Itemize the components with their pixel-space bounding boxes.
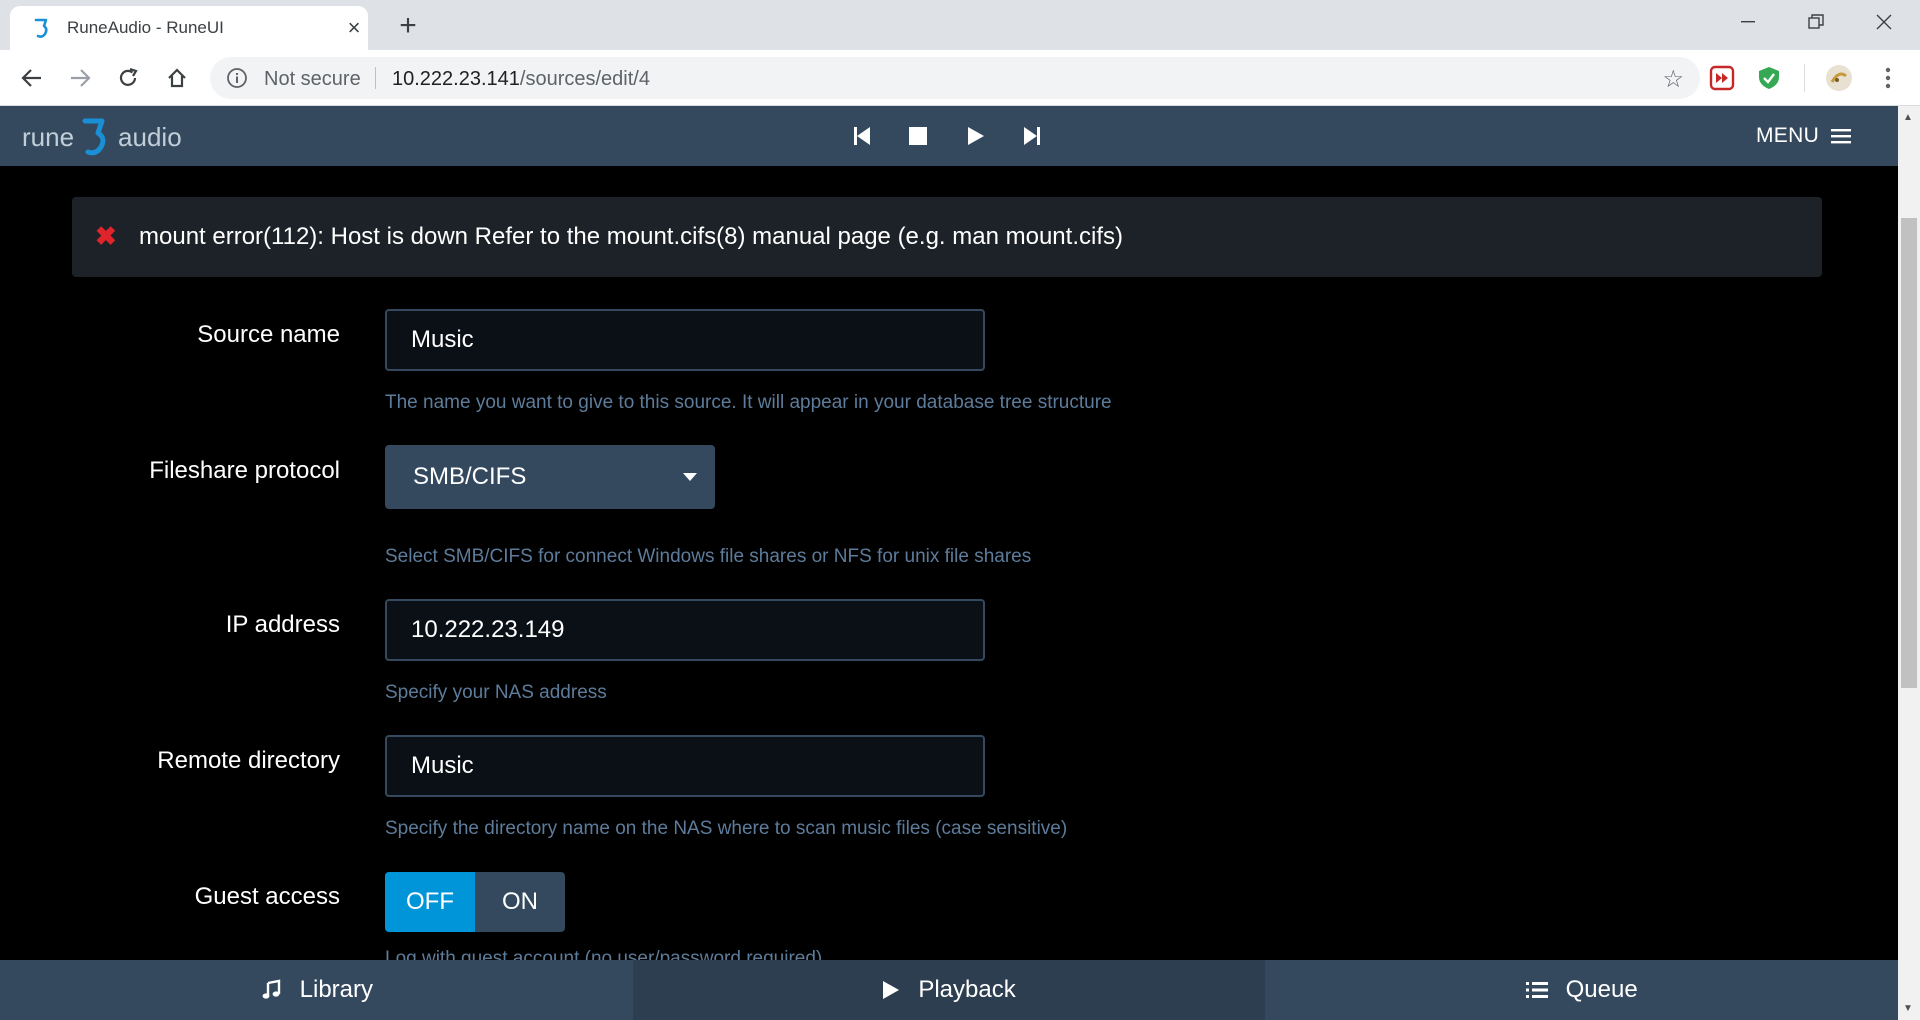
security-status[interactable]: Not secure xyxy=(264,68,361,91)
scrollbar-thumb[interactable] xyxy=(1901,218,1917,688)
remote-directory-input[interactable] xyxy=(385,735,985,797)
address-bar[interactable]: Not secure 10.222.23.141/sources/edit/4 … xyxy=(210,57,1700,99)
library-tab[interactable]: Library xyxy=(0,960,633,1020)
browser-menu-icon[interactable] xyxy=(1874,64,1902,92)
remote-directory-label: Remote directory xyxy=(157,747,340,774)
stop-icon[interactable] xyxy=(902,120,934,152)
guest-off-button[interactable]: OFF xyxy=(385,872,475,932)
guest-on-button[interactable]: ON xyxy=(475,872,565,932)
queue-tab[interactable]: Queue xyxy=(1265,960,1899,1020)
home-icon[interactable] xyxy=(161,62,193,94)
scroll-up-arrow-icon[interactable]: ▲ xyxy=(1903,112,1913,123)
close-window-icon[interactable] xyxy=(1856,0,1912,44)
source-name-label: Source name xyxy=(197,321,340,348)
logo-text-right: audio xyxy=(118,121,182,152)
caret-down-icon xyxy=(683,473,697,481)
playback-tab[interactable]: Playback xyxy=(632,960,1266,1020)
info-icon[interactable] xyxy=(226,67,248,89)
guest-access-toggle[interactable]: OFF ON xyxy=(385,872,565,932)
list-icon xyxy=(1525,982,1548,998)
app-header: rune audio MENU xyxy=(0,106,1898,166)
ip-address-label: IP address xyxy=(225,611,340,638)
url-path: /sources/edit/4 xyxy=(519,68,650,90)
forward-arrow-icon[interactable] xyxy=(64,62,96,94)
profile-avatar[interactable] xyxy=(1825,64,1853,92)
error-alert: ✖ mount error(112): Host is down Refer t… xyxy=(72,197,1822,277)
fileshare-protocol-select[interactable]: SMB/CIFS xyxy=(385,445,715,509)
runeaudio-favicon-icon xyxy=(34,18,48,38)
fileshare-protocol-value: SMB/CIFS xyxy=(413,463,527,490)
scroll-down-arrow-icon[interactable]: ▼ xyxy=(1903,1003,1913,1014)
url-text[interactable]: 10.222.23.141/sources/edit/4 xyxy=(392,68,650,91)
library-label: Library xyxy=(299,976,374,1003)
bottom-nav: Library Playback Queue xyxy=(0,960,1899,1020)
source-name-input[interactable] xyxy=(385,309,985,371)
previous-track-icon[interactable] xyxy=(846,120,878,152)
error-message: mount error(112): Host is down Refer to … xyxy=(139,223,1123,250)
source-edit-form: ✖ mount error(112): Host is down Refer t… xyxy=(0,166,1898,960)
menu-label: MENU xyxy=(1756,124,1820,147)
play-icon xyxy=(883,981,900,999)
tab-title: RuneAudio - RuneUI xyxy=(67,18,224,37)
runeaudio-logo[interactable]: rune audio xyxy=(22,115,182,159)
music-note-icon xyxy=(262,979,280,999)
hamburger-icon xyxy=(1831,129,1852,144)
reload-icon[interactable] xyxy=(112,62,144,94)
bookmark-star-icon[interactable]: ☆ xyxy=(1662,65,1684,94)
omnibox-divider xyxy=(375,67,376,89)
playback-label: Playback xyxy=(918,976,1016,1003)
source-name-help: The name you want to give to this source… xyxy=(385,392,1112,413)
remote-directory-help: Specify the directory name on the NAS wh… xyxy=(385,818,1068,839)
ip-address-help: Specify your NAS address xyxy=(385,682,607,703)
extension-red-icon[interactable] xyxy=(1708,64,1736,92)
back-arrow-icon[interactable] xyxy=(16,62,48,94)
minimize-window-icon[interactable] xyxy=(1720,0,1776,44)
menu-button[interactable]: MENU xyxy=(1756,120,1852,152)
url-host: 10.222.23.141 xyxy=(392,68,520,90)
play-icon[interactable] xyxy=(960,120,992,152)
toolbar-divider xyxy=(1804,64,1805,92)
rune-glyph-icon xyxy=(82,118,106,156)
next-track-icon[interactable] xyxy=(1016,120,1048,152)
queue-label: Queue xyxy=(1565,976,1638,1003)
close-tab-icon[interactable]: × xyxy=(340,14,368,42)
error-x-icon: ✖ xyxy=(95,221,117,251)
page-scrollbar[interactable]: ▲ ▼ xyxy=(1898,106,1920,1020)
browser-tabstrip: RuneAudio - RuneUI × + xyxy=(0,0,1920,50)
browser-toolbar: Not secure 10.222.23.141/sources/edit/4 … xyxy=(0,50,1920,106)
browser-tab[interactable]: RuneAudio - RuneUI × xyxy=(10,6,368,50)
guest-access-label: Guest access xyxy=(194,883,340,910)
new-tab-button[interactable]: + xyxy=(390,8,426,44)
logo-text-left: rune xyxy=(22,121,75,152)
fileshare-protocol-label: Fileshare protocol xyxy=(149,457,340,484)
shield-extension-icon[interactable] xyxy=(1755,64,1783,92)
fileshare-protocol-help: Select SMB/CIFS for connect Windows file… xyxy=(385,546,1032,567)
guest-access-help: Log with guest account (no user/password… xyxy=(385,948,823,960)
ip-address-input[interactable] xyxy=(385,599,985,661)
restore-window-icon[interactable] xyxy=(1788,0,1844,44)
